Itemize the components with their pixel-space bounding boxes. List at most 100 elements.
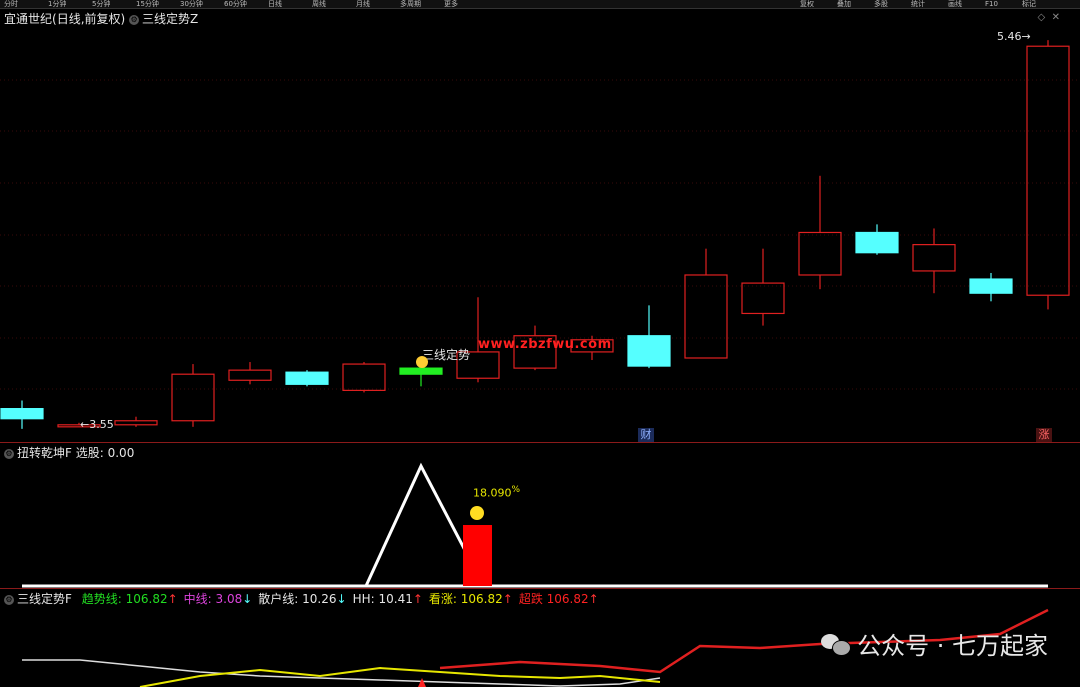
toolbar-item-6[interactable]: 日线 — [268, 0, 282, 8]
panel-controls: ◇ ✕ — [1038, 12, 1060, 23]
sub2-legend-label: 趋势线: — [81, 592, 126, 606]
sub2-title: ⚙ 三线定势F 趋势线: 106.82↑ 中线: 3.08↓ 散户线: 10.26↓ H… — [4, 591, 599, 607]
toolbar-item-3[interactable]: 15分钟 — [136, 0, 159, 8]
sub1-signal-bar — [463, 525, 492, 586]
toolbar-right-item-0[interactable]: 复权 — [800, 0, 814, 8]
rise-marker[interactable]: 涨 — [1036, 428, 1052, 442]
sub2-legend-value: 3.08 — [215, 592, 243, 606]
watermark-text: www.zbzfwu.com — [478, 337, 612, 352]
signal-label: 三线定势 — [422, 348, 471, 362]
toolbar-item-10[interactable]: 更多 — [444, 0, 458, 8]
low-price-label: ←3.55 — [80, 418, 114, 431]
candle[interactable] — [399, 367, 443, 387]
candle[interactable] — [114, 416, 158, 427]
sub2-legend-value: 106.82 — [125, 592, 168, 606]
sub2-name[interactable]: 三线定势F — [17, 592, 72, 606]
period-label: (日线,前复权) — [52, 12, 126, 26]
candle-body — [969, 278, 1013, 294]
candle[interactable] — [1026, 40, 1070, 310]
toolbar-item-0[interactable]: 分时 — [4, 0, 18, 8]
sub2-legend-arrow: ↓ — [336, 592, 347, 606]
sub2-legend-2: 散户线: 10.26↓ — [258, 592, 346, 606]
candle[interactable] — [627, 305, 671, 369]
candle[interactable] — [798, 175, 842, 290]
sub2-legend-4: 看涨: 106.82↑ — [429, 592, 513, 606]
stock-name: 宜通世纪 — [4, 12, 53, 26]
sub2-legend-0: 趋势线: 106.82↑ — [82, 592, 178, 606]
sub1-value: 0.00 — [107, 446, 135, 460]
diamond-icon[interactable]: ◇ — [1038, 12, 1046, 23]
sub2-legend-label: 中线: — [183, 592, 216, 606]
sub2-settings-icon[interactable]: ⚙ — [4, 595, 14, 605]
sub1-chart — [22, 462, 1048, 588]
sub2-legend-label: HH: — [352, 592, 379, 606]
main-indicator-name[interactable]: 三线定势Z — [142, 12, 198, 26]
candle-body — [741, 282, 785, 315]
wechat-text: 公众号 · 七万起家 — [857, 632, 1048, 660]
toolbar-right-item-5[interactable]: F10 — [985, 0, 998, 8]
panel-divider — [0, 442, 1080, 443]
candle-body — [399, 367, 443, 375]
candle[interactable] — [969, 272, 1013, 302]
sub2-legend-label: 超跌 — [518, 592, 547, 606]
sub2-legend-value: 106.82 — [546, 592, 589, 606]
sub2-bull-line — [139, 666, 661, 687]
toolbar-item-5[interactable]: 60分钟 — [224, 0, 247, 8]
candle[interactable] — [285, 370, 329, 387]
candle-body — [1026, 45, 1070, 296]
sub2-legend-1: 中线: 3.08↓ — [184, 592, 253, 606]
sub2-legend-arrow: ↑ — [588, 592, 599, 606]
candle-body — [228, 369, 272, 381]
toolbar-right-item-4[interactable]: 画线 — [948, 0, 962, 8]
candle[interactable] — [912, 228, 956, 294]
toolbar-item-8[interactable]: 月线 — [356, 0, 370, 8]
candle-body — [627, 335, 671, 367]
candle[interactable] — [228, 362, 272, 385]
sub2-legend-arrow: ↑ — [412, 592, 423, 606]
toolbar-right-item-3[interactable]: 统计 — [911, 0, 925, 8]
panel-divider-2 — [0, 588, 1080, 589]
sub1-percent: 18.090% — [473, 485, 521, 500]
period-toolbar: 分时 1分钟 5分钟 15分钟 30分钟 60分钟 日线 周线 月线 多周期 更多 复权 叠加 多股 统计 画… — [0, 0, 1080, 9]
sub2-legend-arrow: ↑ — [502, 592, 513, 606]
candle-body — [171, 373, 215, 422]
candle[interactable] — [741, 248, 785, 326]
sub1-title: ⚙ 扭转乾坤F 选股: 0.00 — [4, 445, 134, 461]
candle[interactable] — [171, 364, 215, 427]
candle-body — [912, 244, 956, 272]
toolbar-item-9[interactable]: 多周期 — [400, 0, 421, 8]
sub2-legend-label: 看涨: — [428, 592, 461, 606]
candle-body — [855, 231, 899, 254]
sub1-name[interactable]: 扭转乾坤F — [17, 446, 72, 460]
toolbar-item-1[interactable]: 1分钟 — [48, 0, 66, 8]
sub2-legend-value: 10.26 — [302, 592, 337, 606]
toolbar-item-7[interactable]: 周线 — [312, 0, 326, 8]
candle[interactable] — [684, 248, 728, 359]
candle-body — [114, 420, 158, 426]
close-icon[interactable]: ✕ — [1052, 12, 1060, 23]
sub2-legend-5: 超跌 106.82↑ — [519, 592, 599, 606]
toolbar-item-2[interactable]: 5分钟 — [92, 0, 110, 8]
toolbar-right-item-6[interactable]: 标记 — [1022, 0, 1036, 8]
high-price-label: 5.46→ — [997, 30, 1031, 43]
toolbar-item-4[interactable]: 30分钟 — [180, 0, 203, 8]
candle[interactable] — [342, 362, 386, 393]
indicator-settings-icon[interactable]: ⚙ — [129, 15, 140, 25]
finance-marker[interactable]: 财 — [638, 428, 654, 442]
sub2-legend-value: 106.82 — [460, 592, 503, 606]
candle[interactable] — [0, 400, 44, 429]
smile-icon — [470, 506, 484, 520]
toolbar-right-item-1[interactable]: 叠加 — [837, 0, 851, 8]
signal-icon — [416, 356, 428, 368]
candle[interactable] — [855, 224, 899, 255]
wechat-icon — [821, 632, 852, 656]
candle-body — [342, 363, 386, 391]
toolbar-right-item-2[interactable]: 多股 — [874, 0, 888, 8]
sub2-legend-3: HH: 10.41↑ — [353, 592, 423, 606]
sub2-up-arrow-icon — [418, 678, 426, 687]
sub1-white-line — [22, 462, 470, 588]
sub2-legend-value: 10.41 — [378, 592, 413, 606]
candle-body — [0, 408, 44, 420]
sub1-settings-icon[interactable]: ⚙ — [4, 449, 14, 459]
main-panel-title: 宜通世纪(日线,前复权) ⚙ 三线定势Z — [4, 11, 198, 27]
